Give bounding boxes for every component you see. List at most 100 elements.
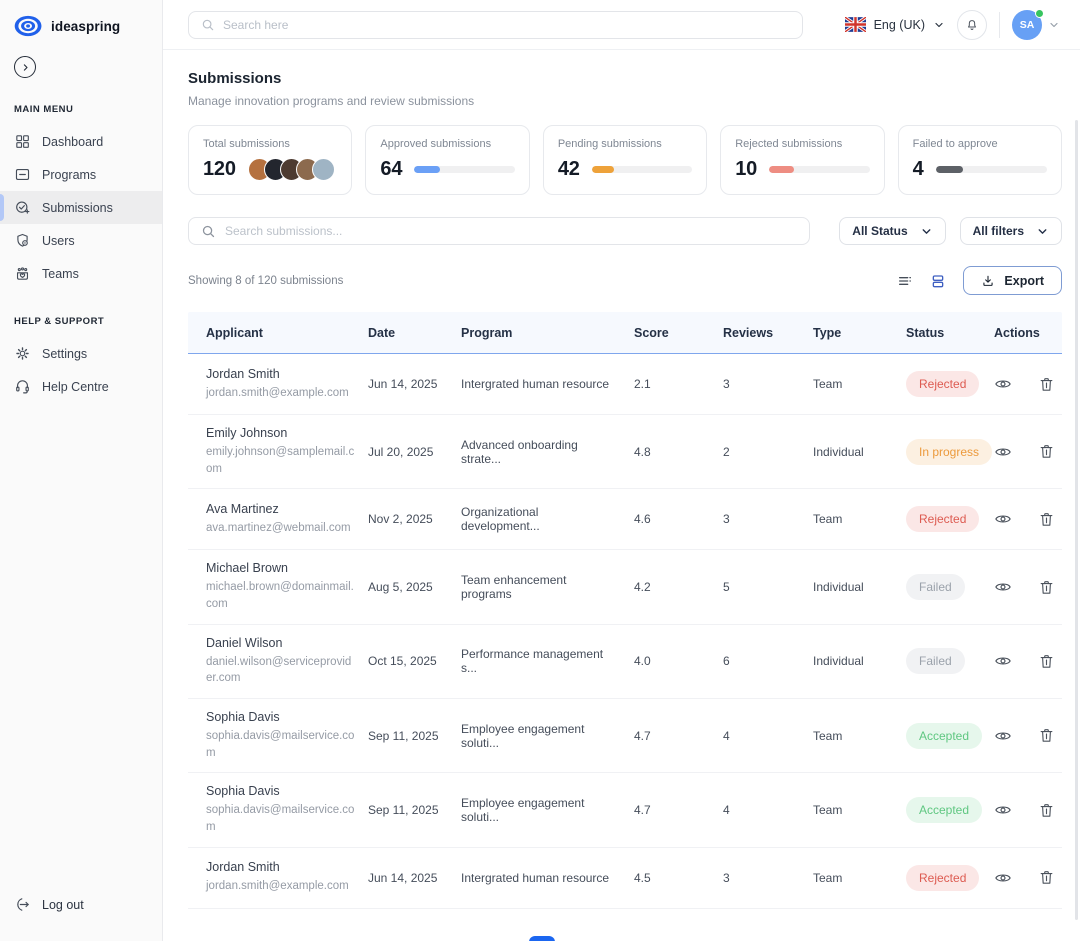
program-cell: Intergrated human resource <box>461 377 634 391</box>
submissions-search-input[interactable] <box>225 224 797 238</box>
sidebar-item-label: Programs <box>42 168 96 182</box>
stat-value: 4 <box>913 158 924 181</box>
list-view-toggle[interactable] <box>897 273 913 289</box>
program-cell: Team enhancement programs <box>461 573 634 601</box>
trash-icon <box>1038 653 1055 670</box>
status-dropdown[interactable]: All Status <box>839 217 945 245</box>
chevron-down-icon <box>933 19 945 31</box>
export-button[interactable]: Export <box>963 266 1062 295</box>
logout-button[interactable]: Log out <box>0 886 162 923</box>
status-badge: Accepted <box>906 797 982 823</box>
table-row: Sophia Davissophia.davis@mailservice.com… <box>188 773 1062 847</box>
page-button-2[interactable]: 2 <box>566 936 592 941</box>
table-row: Emily Johnsonemily.johnson@samplemail.co… <box>188 415 1062 489</box>
type-cell: Team <box>813 803 906 817</box>
type-cell: Individual <box>813 654 906 668</box>
table-row: Jordan Smithjordan.smith@example.comJun … <box>188 848 1062 909</box>
page-button-3[interactable]: 3 <box>603 936 629 941</box>
date-cell: Nov 2, 2025 <box>368 512 461 526</box>
filters-dropdown[interactable]: All filters <box>960 217 1062 245</box>
delete-submission-button[interactable] <box>1038 869 1055 886</box>
sidebar: ideaspring MAIN MENUDashboardProgramsSub… <box>0 0 163 941</box>
view-submission-button[interactable] <box>994 727 1012 745</box>
applicant-name: Sophia Davis <box>206 710 368 724</box>
applicant-name: Michael Brown <box>206 561 368 575</box>
applicant-cell: Emily Johnsonemily.johnson@samplemail.co… <box>206 426 368 477</box>
view-submission-button[interactable] <box>994 375 1012 393</box>
scrollbar[interactable] <box>1075 120 1078 920</box>
view-submission-button[interactable] <box>994 510 1012 528</box>
delete-submission-button[interactable] <box>1038 579 1055 596</box>
table-row: Ava Martinezava.martinez@webmail.comNov … <box>188 489 1062 550</box>
page-subtitle: Manage innovation programs and review su… <box>188 94 1062 108</box>
stat-label: Approved submissions <box>380 138 514 150</box>
date-cell: Jun 14, 2025 <box>368 871 461 885</box>
type-cell: Team <box>813 871 906 885</box>
score-cell: 4.6 <box>634 512 723 526</box>
notifications-button[interactable] <box>957 10 987 40</box>
dashboard-icon <box>14 133 31 150</box>
table-row: Michael Brownmichael.brown@domainmail.co… <box>188 550 1062 624</box>
page-title: Submissions <box>188 70 1062 87</box>
stat-value: 42 <box>558 158 580 181</box>
stat-label: Failed to approve <box>913 138 1047 150</box>
sidebar-collapse-button[interactable] <box>14 56 36 78</box>
delete-submission-button[interactable] <box>1038 443 1055 460</box>
stat-card: Total submissions120 <box>188 125 352 195</box>
status-cell: In progress <box>906 439 994 465</box>
stat-value: 120 <box>203 158 236 181</box>
sidebar-item-users[interactable]: Users <box>0 224 162 257</box>
sidebar-item-label: Dashboard <box>42 135 103 149</box>
delete-submission-button[interactable] <box>1038 511 1055 528</box>
applicant-name: Daniel Wilson <box>206 636 368 650</box>
view-submission-button[interactable] <box>994 652 1012 670</box>
applicant-email: emily.johnson@samplemail.com <box>206 444 356 477</box>
teams-icon <box>14 265 31 282</box>
help-centre-icon <box>14 378 31 395</box>
delete-submission-button[interactable] <box>1038 376 1055 393</box>
avatar <box>312 158 335 181</box>
view-submission-button[interactable] <box>994 801 1012 819</box>
logout-icon <box>14 896 31 913</box>
reviews-cell: 3 <box>723 377 813 391</box>
submissions-table: ApplicantDateProgramScoreReviewsTypeStat… <box>188 312 1062 909</box>
stat-card: Pending submissions42 <box>543 125 707 195</box>
view-submission-button[interactable] <box>994 578 1012 596</box>
sidebar-item-settings[interactable]: Settings <box>0 337 162 370</box>
trash-icon <box>1038 727 1055 744</box>
page-button-9[interactable]: 9 <box>658 936 684 941</box>
program-cell: Employee engagement soluti... <box>461 722 634 750</box>
sidebar-item-help-centre[interactable]: Help Centre <box>0 370 162 403</box>
applicant-email: daniel.wilson@serviceprovider.com <box>206 654 356 687</box>
status-cell: Accepted <box>906 797 994 823</box>
card-view-toggle[interactable] <box>930 273 946 289</box>
trash-icon <box>1038 869 1055 886</box>
stat-progress-fill <box>592 166 614 173</box>
column-header-actions: Actions <box>994 326 1062 340</box>
score-cell: 4.7 <box>634 803 723 817</box>
delete-submission-button[interactable] <box>1038 802 1055 819</box>
language-selector[interactable]: Eng (UK) <box>845 17 945 32</box>
delete-submission-button[interactable] <box>1038 727 1055 744</box>
brand-logo: ideaspring <box>0 14 162 38</box>
eye-icon <box>994 578 1012 596</box>
trash-icon <box>1038 376 1055 393</box>
delete-submission-button[interactable] <box>1038 653 1055 670</box>
user-menu[interactable]: SA <box>1012 10 1060 40</box>
sidebar-item-dashboard[interactable]: Dashboard <box>0 125 162 158</box>
sidebar-item-label: Submissions <box>42 201 113 215</box>
applicant-cell: Daniel Wilson daniel.wilson@serviceprovid… <box>206 636 368 687</box>
view-submission-button[interactable] <box>994 443 1012 461</box>
column-header-date: Date <box>368 326 461 340</box>
sidebar-item-submissions[interactable]: Submissions <box>0 191 162 224</box>
global-search-input[interactable] <box>223 18 790 32</box>
page-button-10[interactable]: 10 <box>695 936 721 941</box>
sidebar-item-teams[interactable]: Teams <box>0 257 162 290</box>
status-cell: Rejected <box>906 371 994 397</box>
stat-progress-fill <box>936 166 964 173</box>
brand-name: ideaspring <box>51 19 120 34</box>
view-submission-button[interactable] <box>994 869 1012 887</box>
sidebar-item-programs[interactable]: Programs <box>0 158 162 191</box>
date-cell: Jul 20, 2025 <box>368 445 461 459</box>
page-button-1[interactable]: 1 <box>529 936 555 941</box>
